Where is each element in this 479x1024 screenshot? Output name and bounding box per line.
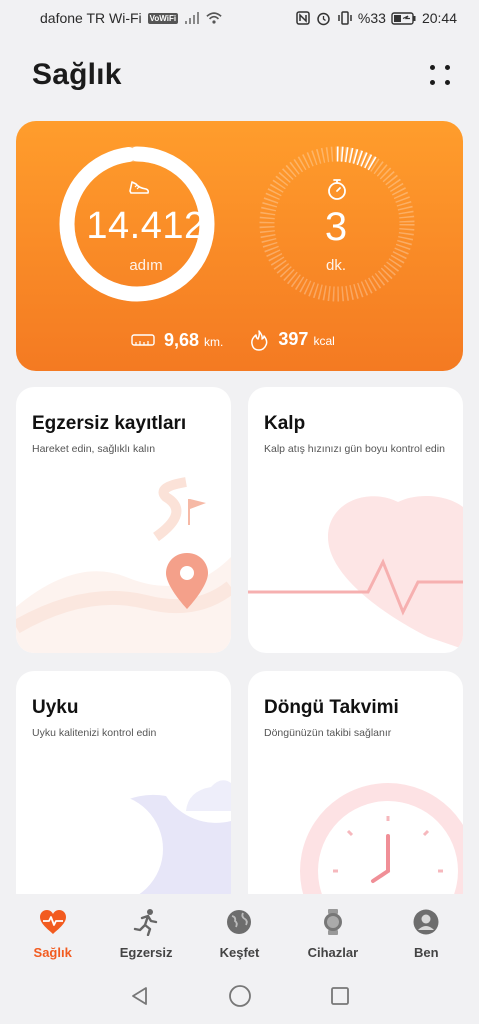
steps-unit: adım [129, 257, 163, 274]
signal-icon [184, 10, 200, 26]
page-title: Sağlık [32, 58, 122, 91]
sleep-card[interactable]: Uyku Uyku kalitenizi kontrol edin [16, 671, 231, 911]
back-icon[interactable] [129, 985, 151, 1012]
wifi-icon [206, 10, 222, 26]
nav-item-discover[interactable]: Keşfet [194, 894, 284, 972]
heart-subtitle: Kalp atış hızınızı gün boyu kontrol edin [264, 443, 445, 455]
nav-item-me[interactable]: Ben [381, 894, 471, 972]
nav-label: Sağlık [33, 945, 72, 960]
health-heart-icon [39, 908, 67, 936]
nav-label: Egzersiz [119, 945, 173, 960]
exercise-records-title: Egzersiz kayıtları [32, 413, 187, 434]
cycle-calendar-card[interactable]: Döngü Takvimi Döngünüzün takibi sağlanır [248, 671, 463, 911]
nav-label: Ben [413, 945, 439, 960]
more-dots-icon [430, 65, 435, 70]
activity-card[interactable]: 14.412 adım 3 dk. 9,68 km. 397 kcal [16, 121, 463, 371]
battery-icon [391, 10, 417, 26]
globe-icon [225, 908, 253, 936]
calories-value: 397 [278, 329, 309, 349]
nav-label: Cihazlar [307, 945, 359, 960]
nfc-icon [295, 10, 311, 26]
shoe-icon [128, 179, 150, 202]
calories-unit: kcal [313, 334, 335, 348]
minutes-value: 3 [324, 205, 348, 249]
watch-icon [319, 908, 347, 936]
status-bar: dafone TR Wi-Fi VoWiFi %33 20:44 [0, 0, 479, 36]
distance-value: 9,68 [164, 329, 200, 350]
cycle-calendar-subtitle: Döngünüzün takibi sağlanır [264, 727, 392, 739]
distance-stat: 9,68 km. [131, 330, 223, 351]
system-navigation-bar [0, 972, 479, 1024]
exercise-records-subtitle: Hareket edin, sağlıklı kalın [32, 443, 156, 455]
carrier-name: dafone TR Wi-Fi [40, 10, 142, 26]
distance-unit: km. [204, 334, 224, 349]
alarm-icon [316, 10, 332, 26]
battery-percent: %33 [357, 10, 386, 26]
home-icon[interactable] [228, 984, 252, 1013]
nav-item-devices[interactable]: Cihazlar [288, 894, 378, 972]
ruler-icon [131, 333, 155, 347]
more-options-button[interactable] [425, 60, 455, 90]
recents-icon[interactable] [329, 985, 351, 1012]
heart-title: Kalp [264, 413, 306, 434]
nav-item-health[interactable]: Sağlık [8, 894, 98, 972]
profile-icon [412, 908, 440, 936]
vibrate-icon [337, 10, 353, 26]
bottom-navigation: Sağlık Egzersiz Keşfet Cihazlar Ben [0, 894, 479, 972]
header: Sağlık [32, 52, 455, 98]
nav-label: Keşfet [219, 945, 260, 960]
exercise-records-card[interactable]: Egzersiz kayıtları Hareket edin, sağlıkl… [16, 387, 231, 653]
clock: 20:44 [421, 10, 457, 26]
sleep-title: Uyku [32, 697, 79, 718]
heart-card[interactable]: Kalp Kalp atış hızınızı gün boyu kontrol… [248, 387, 463, 653]
flame-icon [249, 329, 269, 351]
stopwatch-icon [325, 177, 349, 206]
minutes-unit: dk. [325, 257, 346, 274]
nav-item-exercise[interactable]: Egzersiz [101, 894, 191, 972]
activity-stats: 9,68 km. 397 kcal [131, 329, 335, 351]
calories-stat: 397 kcal [249, 329, 335, 351]
cycle-calendar-title: Döngü Takvimi [264, 697, 399, 718]
running-icon [132, 908, 160, 936]
sleep-subtitle: Uyku kalitenizi kontrol edin [32, 727, 157, 739]
steps-value: 14.412 [86, 205, 206, 247]
vowifi-badge: VoWiFi [147, 12, 179, 24]
